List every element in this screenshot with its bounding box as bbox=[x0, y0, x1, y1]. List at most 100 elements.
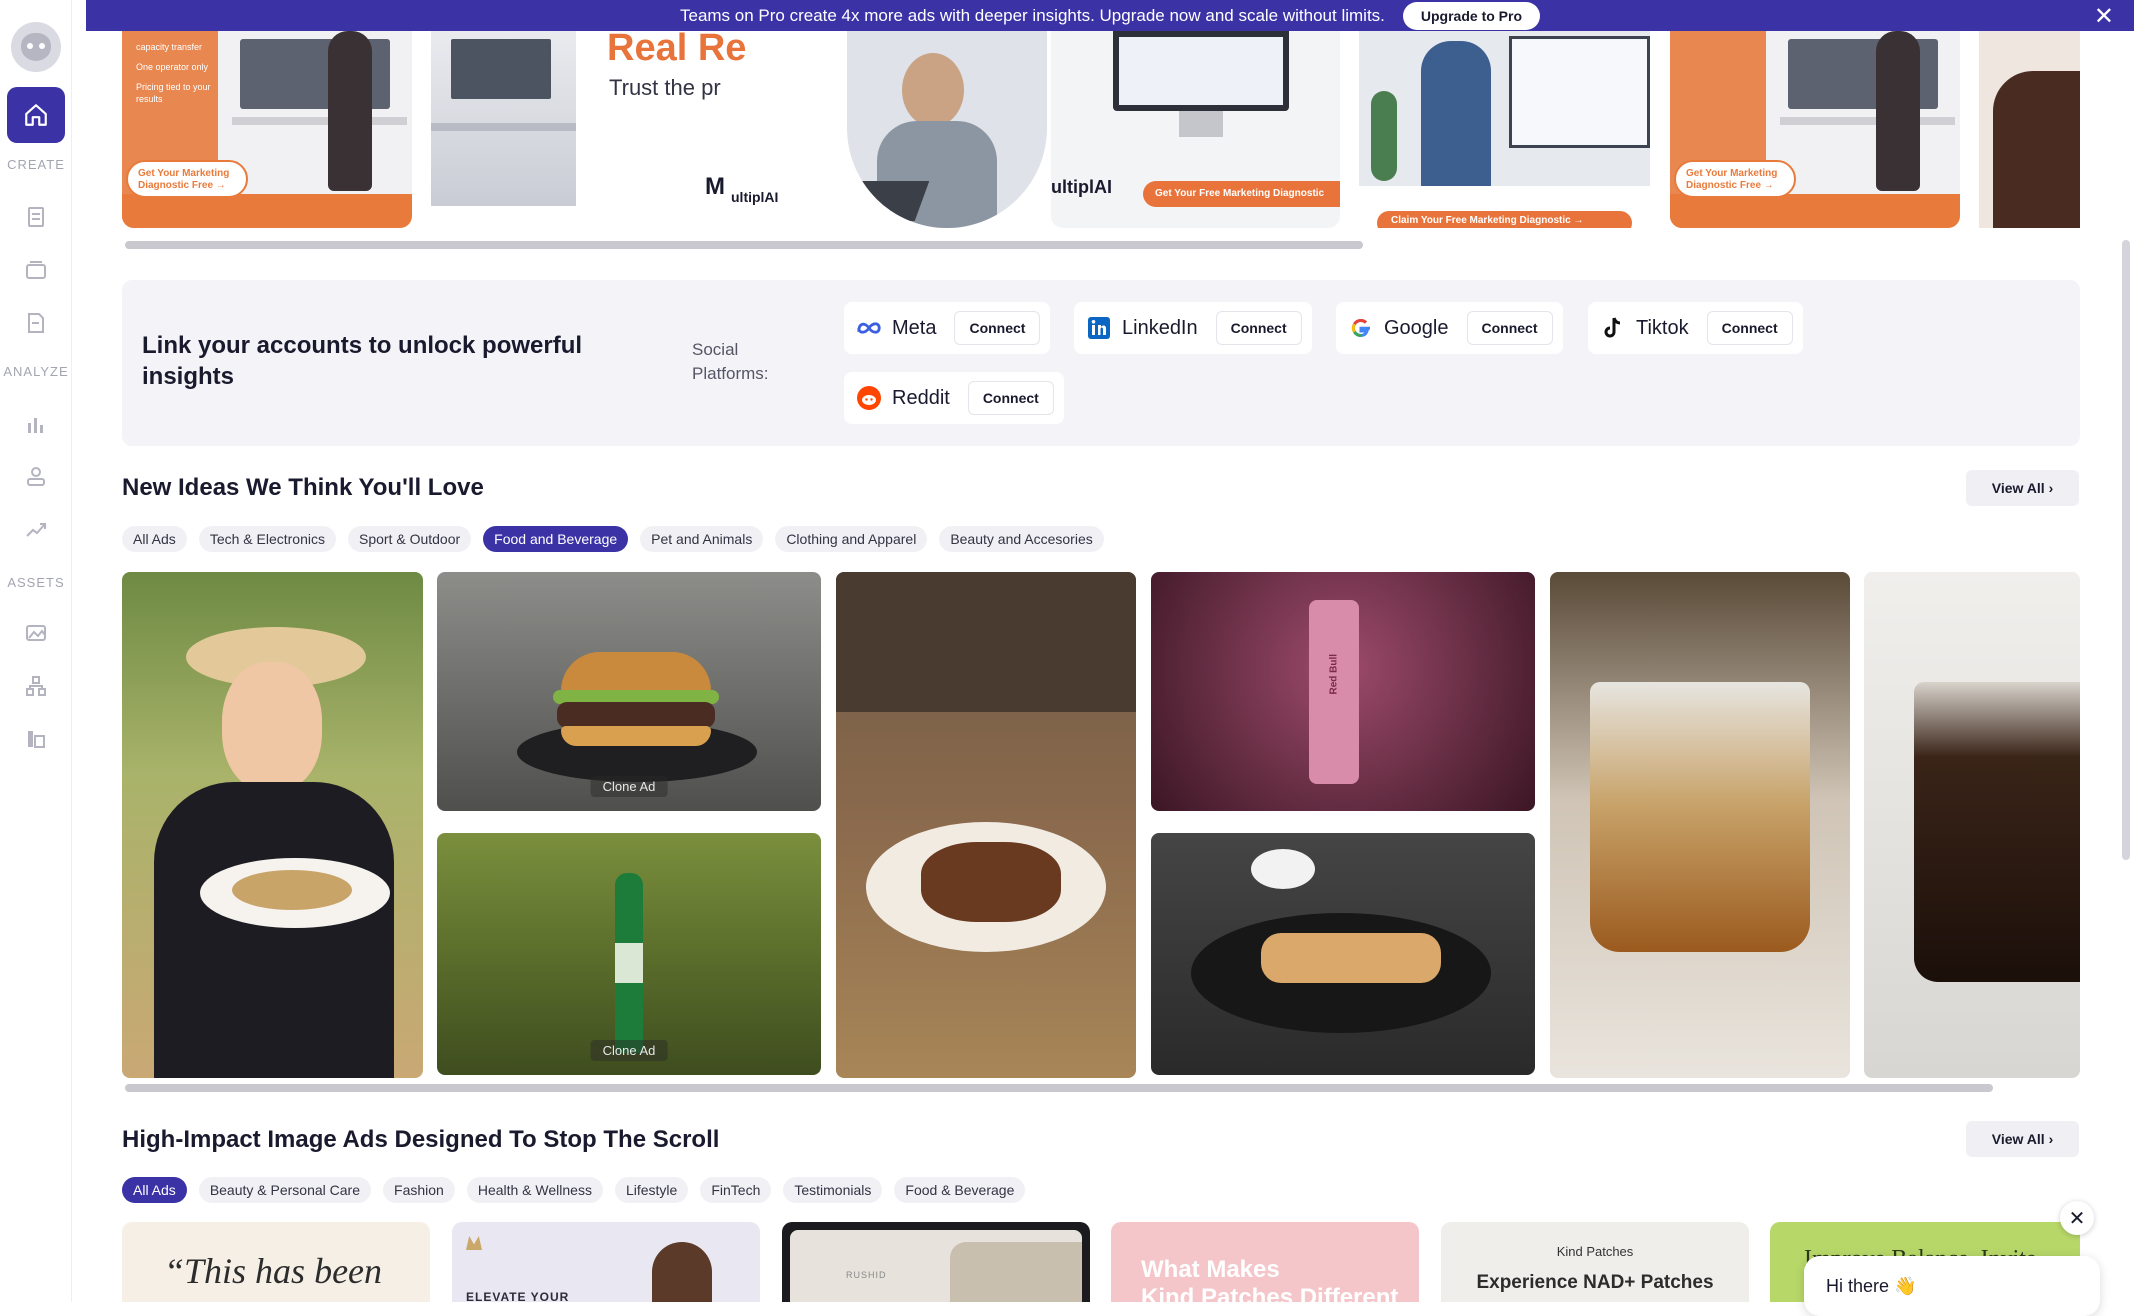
category-chip-active[interactable]: All Ads bbox=[122, 1177, 187, 1203]
ad-card[interactable]: ultiplAI Get Your Free Marketing Diagnos… bbox=[1051, 31, 1340, 228]
hierarchy-icon[interactable] bbox=[24, 674, 48, 698]
category-chip[interactable]: FinTech bbox=[700, 1177, 772, 1203]
category-chip[interactable]: Clothing and Apparel bbox=[775, 526, 928, 552]
section-label-create: CREATE bbox=[7, 157, 65, 172]
upgrade-button[interactable]: Upgrade to Pro bbox=[1402, 1, 1541, 30]
ad-tile-sushi[interactable] bbox=[1151, 833, 1535, 1075]
ideas-view-all-button[interactable]: View All › bbox=[1966, 470, 2079, 506]
horizontal-scrollbar[interactable] bbox=[125, 241, 1363, 249]
linkedin-icon bbox=[1086, 315, 1112, 341]
ad-card[interactable]: Get Your Marketing Diagnostic Free → bbox=[1670, 31, 1960, 228]
bun-bottom-image bbox=[561, 726, 711, 746]
card-subheadline: Kind Patches Different bbox=[1141, 1284, 1399, 1302]
monitor-stand bbox=[1179, 111, 1223, 137]
ad-tile-cola[interactable] bbox=[1864, 572, 2080, 1078]
presenter-image bbox=[1421, 41, 1491, 191]
logo-icon[interactable] bbox=[11, 22, 61, 72]
gallery-icon[interactable] bbox=[24, 621, 48, 645]
category-chip[interactable]: Beauty & Personal Care bbox=[198, 1177, 372, 1203]
ad-logo-text: ultiplAI bbox=[731, 189, 779, 205]
image-ad-card[interactable]: ELEVATE YOUR bbox=[452, 1222, 760, 1302]
category-chip[interactable]: Testimonials bbox=[783, 1177, 883, 1203]
ad-brand: ultiplAI bbox=[1051, 177, 1112, 197]
ad-card[interactable]: capacity transfer One operator only Pric… bbox=[122, 31, 412, 228]
trend-icon[interactable] bbox=[24, 518, 48, 542]
platform-name: LinkedIn bbox=[1122, 316, 1198, 339]
image-ads-view-all-button[interactable]: View All › bbox=[1966, 1121, 2079, 1157]
ad-tile-beer[interactable]: Clone Ad bbox=[437, 833, 821, 1075]
connect-tiktok-button[interactable]: Connect bbox=[1706, 311, 1793, 345]
category-chip[interactable]: Tech & Electronics bbox=[198, 526, 336, 552]
cardigan-image bbox=[154, 782, 394, 1078]
ad-tile-chicken[interactable] bbox=[836, 572, 1136, 1078]
category-chip[interactable]: All Ads bbox=[122, 526, 187, 552]
ad-card[interactable] bbox=[847, 31, 1047, 228]
ad-cta: Claim Your Free Marketing Diagnostic → bbox=[1377, 211, 1632, 228]
plant-image bbox=[1371, 91, 1397, 181]
chat-close-button[interactable]: ✕ bbox=[2060, 1201, 2094, 1235]
top-ad-carousel: capacity transfer One operator only Pric… bbox=[122, 31, 2080, 229]
image-ad-card[interactable]: “This has been bbox=[122, 1222, 430, 1302]
chat-widget[interactable]: Hi there 👋 bbox=[1804, 1256, 2100, 1316]
category-chip[interactable]: Sport & Outdoor bbox=[347, 526, 472, 552]
image-ad-card[interactable]: Kind Patches Experience NAD+ Patches bbox=[1441, 1222, 1749, 1302]
ad-tile-whisky[interactable] bbox=[1550, 572, 1850, 1078]
social-platforms-label: Social Platforms: bbox=[692, 340, 769, 383]
layers-icon[interactable] bbox=[24, 258, 48, 282]
platform-meta: Meta Connect bbox=[844, 302, 1051, 354]
network-icon[interactable] bbox=[24, 465, 48, 489]
card-headline: ELEVATE YOUR bbox=[466, 1290, 570, 1302]
platform-name: Meta bbox=[892, 316, 937, 339]
glass-image bbox=[1590, 682, 1810, 952]
chicken-image bbox=[921, 842, 1061, 922]
library-icon[interactable] bbox=[24, 727, 48, 751]
edit-doc-icon[interactable] bbox=[24, 311, 48, 335]
upgrade-banner: Teams on Pro create 4x more ads with dee… bbox=[86, 0, 2134, 31]
image-ad-card[interactable]: What Makes Kind Patches Different bbox=[1111, 1222, 1419, 1302]
bar-chart-icon[interactable] bbox=[24, 412, 48, 436]
connect-linkedin-button[interactable]: Connect bbox=[1215, 311, 1302, 345]
link-accounts-title: Link your accounts to unlock powerful in… bbox=[142, 332, 583, 390]
home-button[interactable] bbox=[7, 87, 65, 143]
monitor-image bbox=[1113, 31, 1289, 111]
ad-footer bbox=[122, 194, 412, 228]
sushi-image bbox=[1261, 933, 1441, 983]
section-label-assets: ASSETS bbox=[7, 575, 65, 590]
ad-card[interactable]: Real Re Trust the pr M ultiplAI bbox=[431, 31, 839, 228]
ad-tile-burger[interactable]: Clone Ad bbox=[437, 572, 821, 811]
clone-ad-button[interactable]: Clone Ad bbox=[590, 776, 668, 797]
card-brand: Kind Patches bbox=[1556, 1244, 1634, 1259]
category-chip[interactable]: Beauty and Accesories bbox=[939, 526, 1104, 552]
connect-reddit-button[interactable]: Connect bbox=[967, 381, 1054, 415]
ad-bullet: One operator only bbox=[136, 62, 209, 72]
document-icon[interactable] bbox=[24, 205, 48, 229]
category-chip[interactable]: Fashion bbox=[383, 1177, 455, 1203]
category-chip[interactable]: Pet and Animals bbox=[640, 526, 764, 552]
card-headline: What Makes bbox=[1141, 1256, 1280, 1283]
tiktok-icon bbox=[1600, 315, 1626, 341]
ad-card[interactable] bbox=[1979, 31, 2080, 228]
ideas-section-title: New Ideas We Think You'll Love bbox=[122, 474, 484, 501]
horizontal-scrollbar[interactable] bbox=[125, 1084, 1993, 1092]
card-quote: “This has been bbox=[164, 1251, 383, 1291]
category-chip[interactable]: Food & Beverage bbox=[894, 1177, 1026, 1203]
category-chip-active[interactable]: Food and Beverage bbox=[483, 526, 629, 552]
banner-close-icon[interactable]: ✕ bbox=[2094, 2, 2114, 31]
category-chip[interactable]: Lifestyle bbox=[614, 1177, 689, 1203]
connect-meta-button[interactable]: Connect bbox=[954, 311, 1041, 345]
backdrop-image bbox=[836, 572, 1136, 712]
ad-tile-woman-plate[interactable] bbox=[122, 572, 423, 1078]
page-scrollbar[interactable] bbox=[2122, 240, 2130, 860]
ad-tile-energy-drink[interactable]: Red Bull bbox=[1151, 572, 1535, 811]
section-label-analyze: ANALYZE bbox=[3, 364, 69, 379]
category-chip[interactable]: Health & Wellness bbox=[466, 1177, 603, 1203]
image-ads-category-filters: All Ads Beauty & Personal Care Fashion H… bbox=[122, 1176, 1037, 1204]
ideas-category-filters: All Ads Tech & Electronics Sport & Outdo… bbox=[122, 525, 1116, 553]
ad-card[interactable]: Claim Your Free Marketing Diagnostic → bbox=[1359, 31, 1650, 228]
image-ad-card[interactable]: RUSHID bbox=[782, 1222, 1090, 1302]
connect-google-button[interactable]: Connect bbox=[1466, 311, 1553, 345]
clone-ad-button[interactable]: Clone Ad bbox=[590, 1040, 668, 1061]
sauce-bowl-image bbox=[1251, 849, 1315, 889]
toast-image bbox=[232, 870, 352, 910]
reddit-icon bbox=[856, 385, 882, 411]
